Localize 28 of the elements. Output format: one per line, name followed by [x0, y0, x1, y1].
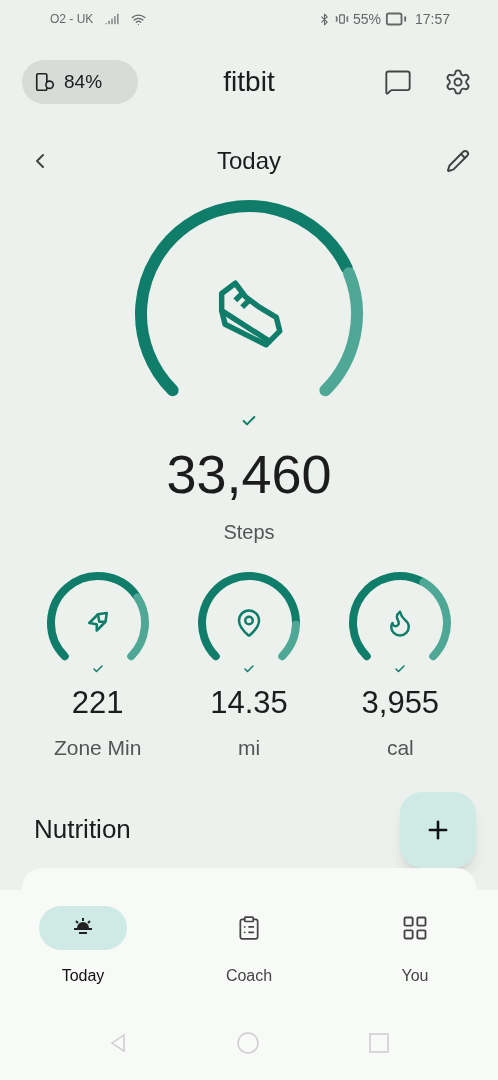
nav-tab[interactable]: Today	[0, 905, 166, 1012]
signal-icon	[105, 12, 120, 26]
ring-track	[278, 620, 300, 661]
nav-tab[interactable]: Coach	[166, 905, 332, 1012]
stat-value: 3,955	[361, 687, 440, 718]
device-battery-chip[interactable]: 84%	[22, 60, 138, 104]
carrier-name: O2 - UK	[50, 11, 94, 28]
ring-track	[126, 593, 149, 661]
steps-count: 33,460	[166, 447, 332, 501]
nav-tab[interactable]: You	[332, 905, 498, 1012]
vibrate-icon	[334, 12, 349, 26]
stat-label: Zone Min	[53, 735, 142, 761]
steps-label: Steps	[223, 520, 275, 545]
phone-watch-icon	[34, 71, 56, 93]
settings-icon[interactable]	[444, 68, 472, 96]
clock-time: 17:57	[414, 9, 450, 29]
date-title: Today	[216, 146, 281, 176]
message-icon[interactable]	[384, 68, 412, 96]
wifi-icon	[131, 11, 147, 27]
battery-percent: 55%	[352, 9, 381, 29]
stat-label: mi	[237, 735, 261, 761]
section-title: Nutrition	[34, 813, 131, 846]
stat-value: 221	[71, 687, 124, 718]
stat-value: 14.35	[210, 687, 288, 718]
edit-icon[interactable]	[446, 149, 470, 173]
app-title: fitbit	[223, 65, 275, 99]
stat-label: cal	[386, 735, 414, 761]
clipboard-icon	[236, 914, 262, 941]
